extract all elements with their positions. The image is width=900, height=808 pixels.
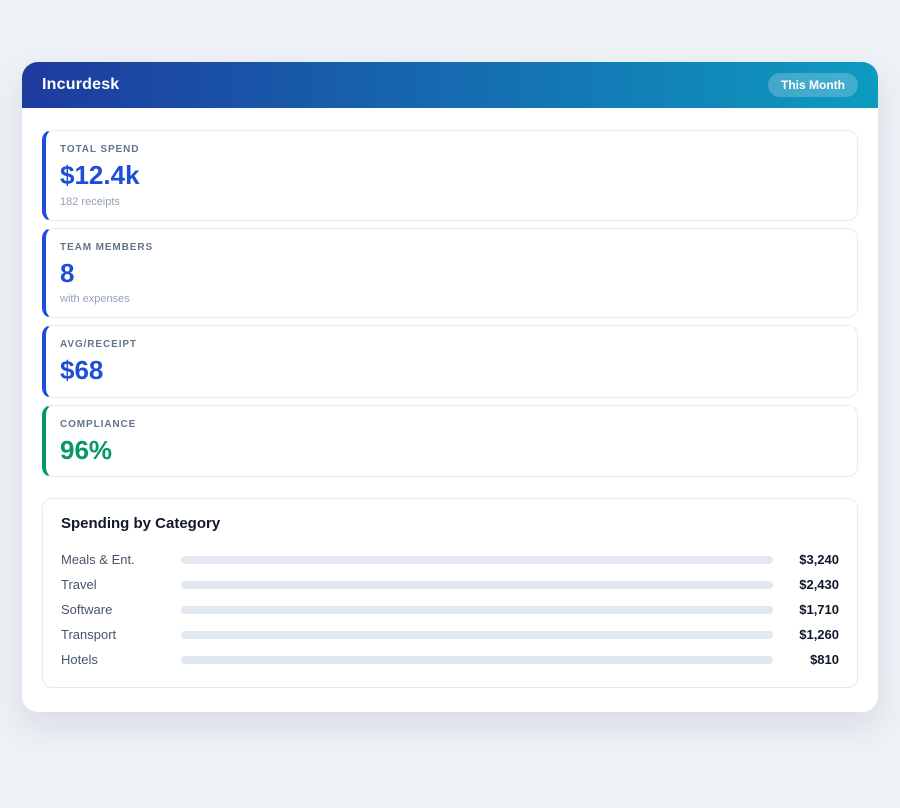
stat-value: $68 [60, 356, 841, 385]
bar-track [181, 631, 773, 639]
stat-card-avg-receipt: AVG/RECEIPT $68 [42, 325, 858, 398]
category-row: Transport $1,260 [61, 622, 839, 647]
category-row: Software $1,710 [61, 597, 839, 622]
category-amount: $1,260 [783, 627, 839, 642]
app-title: Incurdesk [42, 76, 119, 94]
stat-card-team-members: TEAM MEMBERS 8 with expenses [42, 228, 858, 319]
category-amount: $1,710 [783, 602, 839, 617]
stat-label: AVG/RECEIPT [60, 339, 841, 350]
category-row: Meals & Ent. $3,240 [61, 547, 839, 572]
category-amount: $810 [783, 652, 839, 667]
stat-value: $12.4k [60, 161, 841, 190]
category-amount: $2,430 [783, 577, 839, 592]
stat-label: COMPLIANCE [60, 419, 841, 430]
category-amount: $3,240 [783, 552, 839, 567]
stat-label: TOTAL SPEND [60, 144, 841, 155]
stat-label: TEAM MEMBERS [60, 242, 841, 253]
app-header: Incurdesk This Month [22, 62, 878, 108]
period-badge[interactable]: This Month [768, 73, 858, 97]
category-label: Travel [61, 577, 181, 592]
dashboard-card: Incurdesk This Month TOTAL SPEND $12.4k … [22, 62, 878, 712]
bar-track [181, 606, 773, 614]
spending-by-category-card: Spending by Category Meals & Ent. $3,240… [42, 498, 858, 688]
category-label: Meals & Ent. [61, 552, 181, 567]
stat-card-compliance: COMPLIANCE 96% [42, 405, 858, 478]
category-row: Hotels $810 [61, 647, 839, 672]
category-card-title: Spending by Category [61, 515, 839, 532]
bar-track [181, 581, 773, 589]
stat-card-total-spend: TOTAL SPEND $12.4k 182 receipts [42, 130, 858, 221]
stat-sub: 182 receipts [60, 196, 841, 208]
category-label: Software [61, 602, 181, 617]
stat-sub: with expenses [60, 293, 841, 305]
bar-track [181, 556, 773, 564]
category-label: Hotels [61, 652, 181, 667]
stat-value: 8 [60, 259, 841, 288]
dashboard-body: TOTAL SPEND $12.4k 182 receipts TEAM MEM… [22, 108, 878, 712]
category-row: Travel $2,430 [61, 572, 839, 597]
category-label: Transport [61, 627, 181, 642]
stat-value: 96% [60, 436, 841, 465]
bar-track [181, 656, 773, 664]
